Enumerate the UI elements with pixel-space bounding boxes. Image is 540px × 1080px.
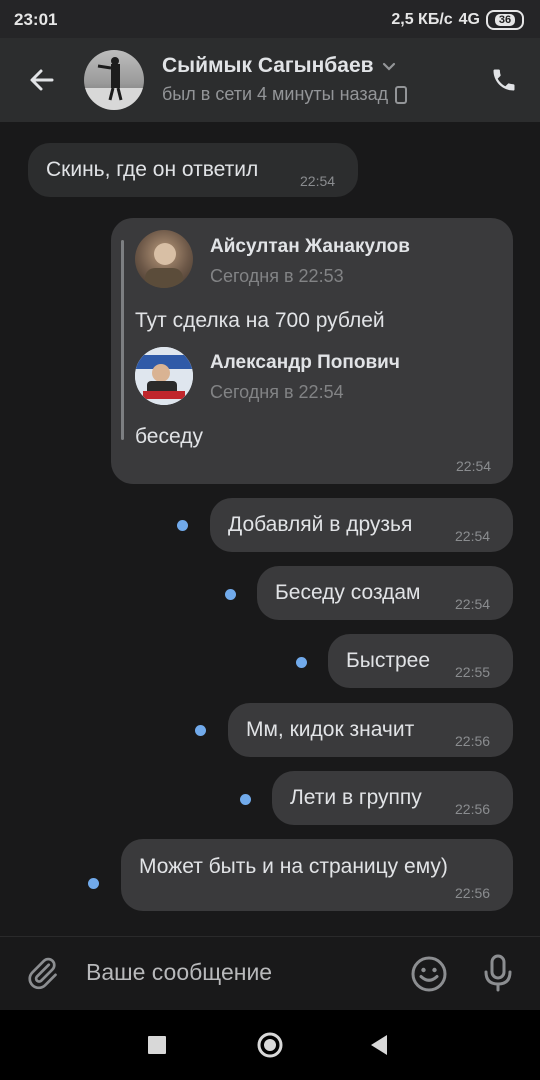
last-seen-text: был в сети 4 минуты назад	[162, 84, 389, 104]
mic-icon[interactable]	[481, 953, 515, 993]
forward-author-avatar-image	[135, 347, 193, 405]
nav-back-icon[interactable]	[369, 1034, 389, 1056]
message-bubble-outgoing[interactable]: Мм, кидок значит 22:56	[228, 703, 513, 757]
forward-text: Тут сделка на 700 рублей	[135, 309, 385, 332]
message-text: Добавляй в друзья	[228, 513, 413, 536]
status-bar: 23:01 2,5 КБ/с 4G 36	[0, 0, 540, 38]
network-type: 4G	[458, 11, 480, 28]
forward-author-avatar[interactable]	[135, 230, 193, 288]
nav-recents-icon[interactable]	[148, 1036, 166, 1054]
contact-avatar[interactable]	[84, 50, 144, 110]
message-text: Скинь, где он ответил	[46, 158, 259, 181]
message-text: Беседу создам	[275, 581, 421, 604]
message-text: Может быть и на страницу ему)	[139, 855, 448, 878]
message-time: 22:56	[455, 801, 491, 817]
mobile-icon	[395, 85, 408, 104]
contact-name[interactable]: Сыймык Сагынбаев	[162, 54, 398, 78]
message-bubble-outgoing[interactable]: Добавляй в друзья 22:54	[210, 498, 513, 552]
unread-indicator	[296, 657, 307, 668]
forward-date: Сегодня в 22:53	[210, 266, 344, 286]
forward-text: беседу	[135, 425, 203, 448]
phone-icon[interactable]	[490, 66, 518, 94]
unread-indicator	[225, 589, 236, 600]
contact-avatar-image	[84, 57, 144, 110]
message-bubble-outgoing[interactable]: Может быть и на страницу ему) 22:56	[121, 839, 513, 911]
network-speed: 2,5 КБ/с	[391, 11, 453, 28]
unread-indicator	[177, 520, 188, 531]
forward-author-name[interactable]: Александр Попович	[210, 352, 400, 374]
message-time: 22:54	[300, 173, 336, 189]
message-text: Быстрее	[346, 649, 431, 672]
battery-icon: 36	[486, 10, 524, 30]
unread-indicator	[195, 725, 206, 736]
status-time: 23:01	[14, 10, 58, 29]
message-time: 22:54	[455, 596, 491, 612]
last-seen: был в сети 4 минуты назад	[162, 84, 408, 105]
message-time: 22:54	[455, 528, 491, 544]
forward-bar	[121, 240, 124, 440]
nav-home-icon[interactable]	[256, 1031, 284, 1059]
message-bubble-forwarded[interactable]: Айсултан Жанакулов Сегодня в 22:53 Тут с…	[111, 218, 513, 484]
message-bubble-incoming[interactable]: Скинь, где он ответил 22:54	[28, 143, 358, 197]
forward-author-avatar[interactable]	[135, 347, 193, 405]
message-bubble-outgoing[interactable]: Лети в группу 22:56	[272, 771, 513, 825]
message-text: Мм, кидок значит	[246, 718, 415, 741]
message-time: 22:54	[456, 458, 492, 474]
forward-date: Сегодня в 22:54	[210, 382, 344, 402]
back-arrow-icon[interactable]	[26, 64, 58, 96]
unread-indicator	[88, 878, 99, 889]
message-text: Лети в группу	[290, 786, 422, 809]
chat-header: Сыймык Сагынбаев был в сети 4 минуты наз…	[0, 38, 540, 122]
forward-author-avatar-image	[145, 243, 183, 288]
message-time: 22:56	[455, 733, 491, 749]
status-right: 2,5 КБ/с 4G 36	[391, 10, 524, 30]
emoji-icon[interactable]	[410, 955, 448, 993]
attach-icon[interactable]	[24, 955, 60, 991]
unread-indicator	[240, 794, 251, 805]
message-time: 22:55	[455, 664, 491, 680]
forward-author-name[interactable]: Айсултан Жанакулов	[210, 236, 410, 258]
message-input[interactable]: Ваше сообщение	[86, 959, 272, 986]
message-bubble-outgoing[interactable]: Быстрее 22:55	[328, 634, 513, 688]
system-nav-bar	[0, 1010, 540, 1080]
contact-name-text: Сыймык Сагынбаев	[162, 54, 374, 77]
battery-level: 36	[494, 14, 516, 26]
message-time: 22:56	[455, 885, 491, 901]
chevron-down-icon[interactable]	[380, 57, 398, 75]
message-composer: Ваше сообщение	[0, 936, 540, 1011]
message-bubble-outgoing[interactable]: Беседу создам 22:54	[257, 566, 513, 620]
